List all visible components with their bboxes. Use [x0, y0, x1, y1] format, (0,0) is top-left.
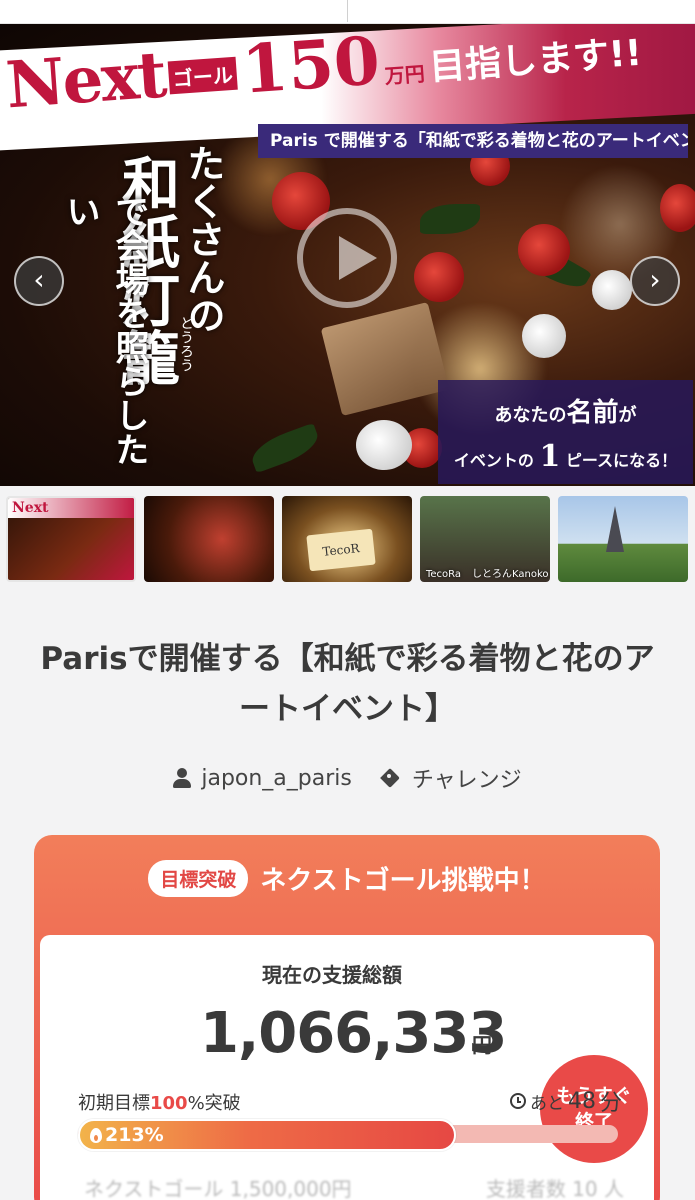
- vertical-text-3: で会場を照らしたい: [60, 194, 149, 466]
- goal-achieved-badge: 目標突破: [148, 859, 249, 897]
- chevron-right-icon: ›: [649, 263, 661, 296]
- thumbnail-5[interactable]: [558, 496, 688, 582]
- thumbnail-2[interactable]: [144, 496, 274, 582]
- red-flower: [518, 224, 570, 276]
- browser-top-bar: [0, 0, 695, 24]
- tag-icon: [382, 769, 402, 787]
- thumb-label: Kanoko: [512, 569, 549, 580]
- white-flower: [592, 270, 632, 310]
- name-piece-box: あなたの名前が イベントの 1 ピースになる！: [438, 380, 693, 484]
- chevron-left-icon: ‹: [33, 263, 45, 296]
- supporter-count: 支援者数 10 人: [485, 1177, 624, 1200]
- flame-icon: [90, 1127, 102, 1143]
- project-meta: japon_a_paris チャレンジ: [0, 762, 695, 794]
- funding-card: 目標突破 ネクストゴール挑戦中！ 現在の支援総額 1,066,333 円 もうす…: [34, 835, 660, 1200]
- leaf: [247, 422, 323, 474]
- category-name: チャレンジ: [411, 768, 522, 793]
- white-flower: [356, 420, 412, 470]
- top-divider: [347, 0, 348, 22]
- prev-slide-button[interactable]: ‹: [14, 256, 64, 306]
- thumbnail-3[interactable]: TecoR: [282, 496, 412, 582]
- banner-goal: ゴール: [167, 56, 238, 95]
- banner-next: Next: [3, 37, 168, 124]
- total-label: 現在の支援総額: [262, 963, 402, 987]
- progress-bar-fill: 213%: [78, 1119, 456, 1151]
- owner-link[interactable]: japon_a_paris: [173, 762, 352, 794]
- play-video-icon[interactable]: [297, 208, 397, 308]
- thumb-next-text: Next: [12, 500, 49, 516]
- thumb-lantern-text: TecoR: [306, 528, 376, 572]
- red-flower: [660, 184, 695, 232]
- thumb-label: TecoRa: [426, 569, 462, 580]
- amount-unit: 円: [472, 1033, 492, 1057]
- initial-goal-status: 初期目標100%突破: [78, 1093, 241, 1114]
- vertical-ruby: とうろう: [178, 316, 194, 372]
- next-goal-row: ネクストゴール 1,500,000円 支援者数 10 人: [84, 1173, 624, 1200]
- banner-unit: 万円: [383, 61, 426, 89]
- project-title: Parisで開催する【和紙で彩る着物と花のアートイベント】: [40, 641, 655, 727]
- thumb-label: しとろん: [472, 569, 512, 580]
- owner-name: japon_a_paris: [201, 765, 352, 791]
- leaf: [420, 204, 480, 234]
- bottom-line-2: イベントの 1 ピースになる！: [453, 439, 678, 474]
- next-goal-amount: ネクストゴール 1,500,000円: [84, 1177, 352, 1200]
- clock-icon: [510, 1093, 526, 1109]
- thumbnail-1[interactable]: Next: [6, 496, 136, 582]
- white-flower: [522, 314, 566, 358]
- bottom-line-1: あなたの名前が: [494, 398, 637, 428]
- thumbnail-strip: Next TecoR TecoRa しとろん Kanoko: [6, 496, 695, 582]
- user-icon: [173, 768, 192, 788]
- hero-image-carousel[interactable]: Next ゴール 150 万円 目指します!! Paris で開催する「和紙で彩…: [0, 24, 695, 486]
- time-remaining: あと 48 分: [510, 1085, 622, 1117]
- funding-card-header: 目標突破 ネクストゴール挑戦中！: [34, 835, 660, 929]
- banner-text: Next ゴール 150 万円 目指します!!: [4, 24, 644, 123]
- progress-percent: 213%: [105, 1124, 164, 1146]
- next-slide-button[interactable]: ›: [630, 256, 680, 306]
- category-link[interactable]: チャレンジ: [382, 762, 522, 794]
- eiffel-tower-shape: [606, 506, 624, 552]
- event-subtitle: Paris で開催する「和紙で彩る着物と花のアートイベント」: [258, 124, 688, 158]
- funding-card-body: 現在の支援総額 1,066,333 円 もうすぐ 終了 初期目標100%突破 あ…: [40, 935, 654, 1200]
- red-flower: [414, 252, 464, 302]
- thumbnail-4[interactable]: TecoRa しとろん Kanoko: [420, 496, 550, 582]
- total-amount: 1,066,333: [200, 1001, 507, 1066]
- next-goal-heading: ネクストゴール挑戦中！: [260, 865, 546, 896]
- banner-amount: 150: [239, 24, 383, 109]
